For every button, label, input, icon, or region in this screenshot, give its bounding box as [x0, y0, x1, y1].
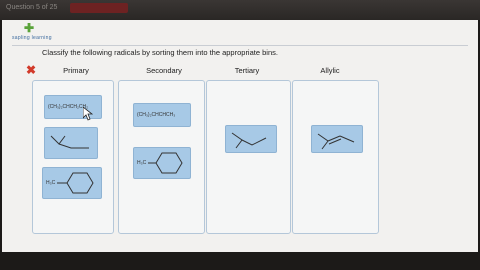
radical-card-cyclohexylmethyl-secondary[interactable]: H₃C [133, 147, 191, 179]
formula-label: (CH₃)₂CHCHCH₃ [137, 112, 176, 118]
x-mark-icon: ✖ [26, 63, 37, 77]
bin-primary[interactable]: (CH₃)₂CHCH₂CH₂ H₃C [32, 80, 114, 234]
skeletal-structure [231, 132, 267, 149]
radical-card-isopentyl[interactable]: (CH₃)₂CHCH₂CH₂ [44, 95, 102, 119]
mouse-cursor-icon [83, 107, 93, 121]
bin-header-allylic: Allylic [320, 66, 340, 75]
question-panel: ✚ sapling learning Classify the followin… [2, 20, 478, 252]
bin-header-primary: Primary [63, 66, 89, 75]
bin-secondary[interactable]: (CH₃)₂CHCHCH₃ H₃C [118, 80, 205, 234]
plus-icon: ✚ [24, 21, 35, 35]
cyclohexane-ring [57, 172, 94, 194]
radical-card-dimethylpropyl[interactable]: (CH₃)₂CHCHCH₃ [133, 103, 191, 127]
skeletal-structure [50, 135, 89, 149]
cyclohexane-ring [148, 152, 183, 174]
progress-tab[interactable] [70, 3, 128, 13]
browser-top-bar: Question 5 of 25 [0, 0, 480, 20]
skeletal-structure [317, 133, 355, 150]
radical-card-isobutyl[interactable] [44, 127, 98, 159]
bin-allylic[interactable] [292, 80, 379, 234]
bin-tertiary[interactable] [206, 80, 291, 234]
radical-card-tertiary[interactable] [225, 125, 277, 153]
instructions-text: Classify the following radicals by sorti… [42, 48, 278, 57]
bin-header-tertiary: Tertiary [234, 66, 260, 75]
radical-card-allylic[interactable] [311, 125, 363, 153]
radical-card-cyclohexylmethyl[interactable]: H₃C [42, 167, 102, 199]
question-counter: Question 5 of 25 [6, 4, 58, 11]
sapling-logo: ✚ sapling learning [12, 21, 52, 44]
logo-text: sapling learning [12, 35, 52, 41]
bin-header-secondary: Secondary [146, 66, 182, 75]
header-divider [12, 45, 468, 46]
